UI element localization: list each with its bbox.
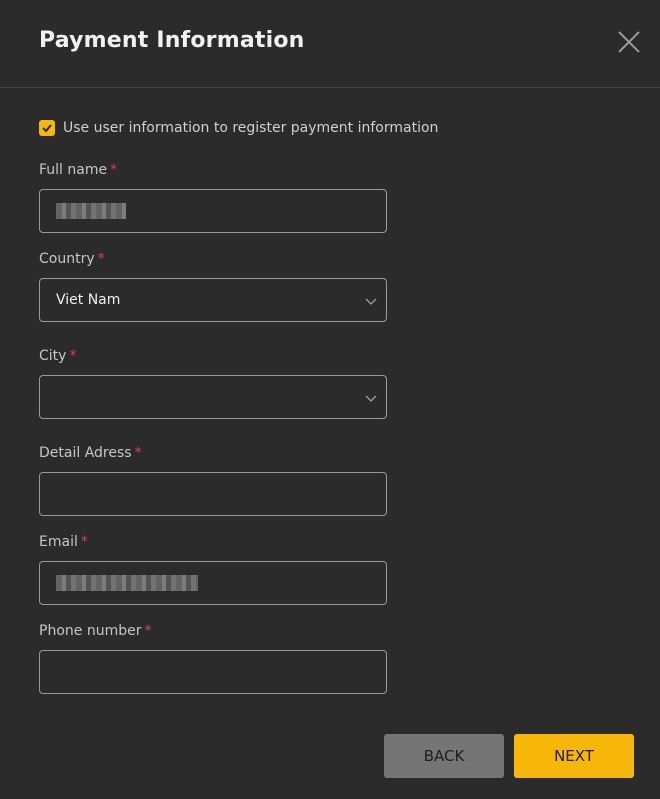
phone-label: Phone number * <box>39 623 152 639</box>
detail-address-label: Detail Adress * <box>39 445 142 461</box>
close-icon[interactable] <box>616 29 642 55</box>
check-icon <box>42 124 52 133</box>
use-user-info-checkbox-row[interactable]: Use user information to register payment… <box>39 118 438 138</box>
email-label: Email * <box>39 534 88 550</box>
city-label: City * <box>39 348 77 364</box>
full-name-input[interactable] <box>39 189 387 233</box>
use-user-info-label: Use user information to register payment… <box>63 120 439 136</box>
phone-input[interactable] <box>39 650 387 694</box>
country-label: Country * <box>39 251 105 267</box>
country-select-value: Viet Nam <box>56 292 121 308</box>
city-select[interactable] <box>39 375 387 419</box>
dialog-header: Payment Information <box>0 0 660 88</box>
detail-address-input[interactable] <box>39 472 387 516</box>
next-button[interactable]: NEXT <box>514 734 634 778</box>
dialog-title: Payment Information <box>39 28 305 53</box>
back-button[interactable]: BACK <box>384 734 504 778</box>
full-name-label: Full name * <box>39 162 118 178</box>
email-field[interactable] <box>39 561 387 605</box>
chevron-down-icon <box>365 395 377 402</box>
use-user-info-checkbox[interactable] <box>39 120 55 136</box>
email-redacted-value <box>56 575 198 591</box>
country-select[interactable]: Viet Nam <box>39 278 387 322</box>
full-name-redacted-value <box>56 203 126 219</box>
chevron-down-icon <box>365 298 377 305</box>
